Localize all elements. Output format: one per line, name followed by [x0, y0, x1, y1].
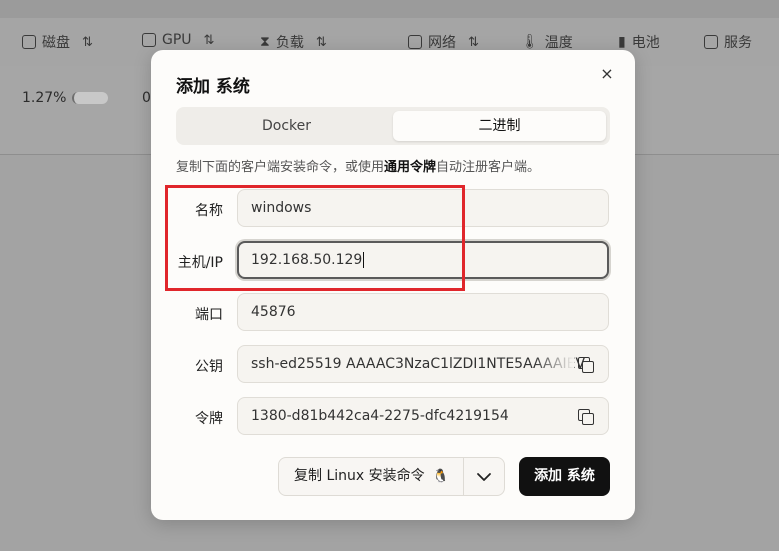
- chevron-down-icon: [477, 473, 491, 481]
- copy-linux-label: 复制 Linux 安装命令: [294, 468, 425, 484]
- column-label: 温度: [544, 35, 573, 51]
- column-disk[interactable]: 磁盘 ⇅: [22, 32, 93, 52]
- description-text: 复制下面的客户端安装命令，或使用: [176, 160, 385, 175]
- disk-value: 1.27%: [22, 90, 67, 106]
- column-services[interactable]: 服务: [704, 32, 752, 52]
- add-system-button[interactable]: 添加 系统: [519, 457, 610, 496]
- sort-icon: ⇅: [468, 34, 479, 50]
- column-label: GPU: [162, 32, 192, 48]
- tab-docker[interactable]: Docker: [180, 111, 393, 141]
- network-icon: [408, 35, 422, 49]
- hourglass-icon: ⧗: [260, 34, 270, 50]
- close-button[interactable]: ×: [597, 64, 617, 84]
- linux-icon: 🐧: [432, 469, 449, 484]
- description-text: 自动注册客户端。: [436, 160, 541, 175]
- gpu-value: 0: [142, 90, 151, 106]
- column-temperature[interactable]: 🌡 温度: [521, 32, 573, 52]
- tab-binary[interactable]: 二进制: [393, 111, 606, 141]
- token-input[interactable]: 1380-d81b442ca4-2275-dfc4219154: [237, 397, 609, 435]
- install-method-tabs: Docker 二进制: [176, 107, 610, 145]
- universal-token-link[interactable]: 通用令牌: [384, 160, 436, 175]
- disk-usage: 1.27%: [22, 90, 109, 106]
- sort-icon: ⇅: [203, 32, 215, 48]
- column-label: 磁盘: [42, 35, 70, 51]
- column-load[interactable]: ⧗ 负载 ⇅: [260, 32, 327, 52]
- copy-icon[interactable]: [578, 357, 594, 373]
- column-label: 网络: [428, 35, 456, 51]
- install-options-dropdown[interactable]: [464, 458, 504, 495]
- column-label: 电池: [631, 35, 660, 51]
- highlight-box: [165, 185, 465, 291]
- thermometer-icon: 🌡: [521, 34, 539, 50]
- copy-icon[interactable]: [578, 409, 594, 425]
- column-gpu[interactable]: GPU ⇅: [142, 32, 214, 48]
- token-label: 令牌: [195, 411, 223, 427]
- port-input[interactable]: 45876: [237, 293, 609, 331]
- sort-icon: ⇅: [315, 34, 327, 50]
- text-fade: [534, 346, 574, 382]
- pubkey-label: 公钥: [195, 359, 223, 375]
- gpu-icon: [142, 33, 156, 47]
- port-value: 45876: [251, 304, 296, 320]
- disk-usage-bar: [72, 92, 109, 104]
- pubkey-input[interactable]: ssh-ed25519 AAAAC3NzaC1lZDI1NTE5AAAAIEV: [237, 345, 609, 383]
- copy-install-command-split-button: 复制 Linux 安装命令 🐧: [278, 457, 505, 496]
- column-battery[interactable]: ▮ 电池: [618, 32, 660, 52]
- services-icon: [704, 35, 718, 49]
- column-network[interactable]: 网络 ⇅: [408, 32, 479, 52]
- dialog-description: 复制下面的客户端安装命令，或使用通用令牌自动注册客户端。: [176, 156, 540, 175]
- port-label: 端口: [195, 307, 223, 323]
- disk-icon: [22, 35, 36, 49]
- dialog-title: 添加 系统: [176, 77, 250, 97]
- column-label: 服务: [724, 35, 752, 51]
- token-value: 1380-d81b442ca4-2275-dfc4219154: [251, 408, 509, 424]
- battery-icon: ▮: [618, 34, 626, 50]
- copy-linux-command-button[interactable]: 复制 Linux 安装命令 🐧: [279, 458, 463, 495]
- column-label: 负载: [275, 35, 304, 51]
- sort-icon: ⇅: [82, 34, 93, 50]
